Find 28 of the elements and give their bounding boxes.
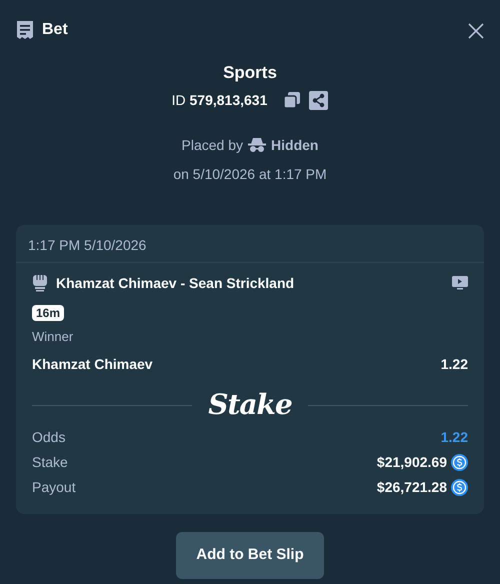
user-name: Hidden <box>271 136 318 154</box>
share-icon[interactable] <box>309 90 328 110</box>
usdc-coin-icon <box>451 479 468 496</box>
brand-logo: Stake <box>208 391 292 419</box>
bet-timestamp: 1:17 PM 5/10/2026 <box>28 236 146 252</box>
receipt-icon <box>16 20 34 40</box>
bet-category: Sports <box>223 62 277 84</box>
summary-value: $26,721.28 <box>376 478 447 497</box>
dialog-title: Bet <box>42 20 68 40</box>
summary-label: Payout <box>32 478 76 497</box>
summary-value: 1.22 <box>440 428 468 447</box>
summary-label: Odds <box>32 428 66 447</box>
usdc-coin-icon <box>451 454 468 471</box>
live-stream-icon[interactable] <box>452 276 468 290</box>
market-name: Winner <box>32 328 74 346</box>
selection-name: Khamzat Chimaev <box>32 355 153 374</box>
summary-value: $21,902.69 <box>376 453 447 472</box>
bet-id: ID 579,813,631 <box>172 90 268 110</box>
placed-by-label: Placed by <box>182 136 244 155</box>
fist-icon <box>32 274 48 292</box>
placed-date: on 5/10/2026 at 1:17 PM <box>173 164 327 184</box>
add-to-bet-slip-button[interactable]: Add to Bet Slip <box>176 532 324 578</box>
time-badge: 16m <box>32 304 64 320</box>
event-name[interactable]: Khamzat Chimaev - Sean Strickland <box>56 272 294 294</box>
selection-odds: 1.22 <box>440 355 468 374</box>
incognito-icon <box>247 137 268 153</box>
copy-icon[interactable] <box>283 91 302 109</box>
summary-label: Stake <box>32 453 68 472</box>
